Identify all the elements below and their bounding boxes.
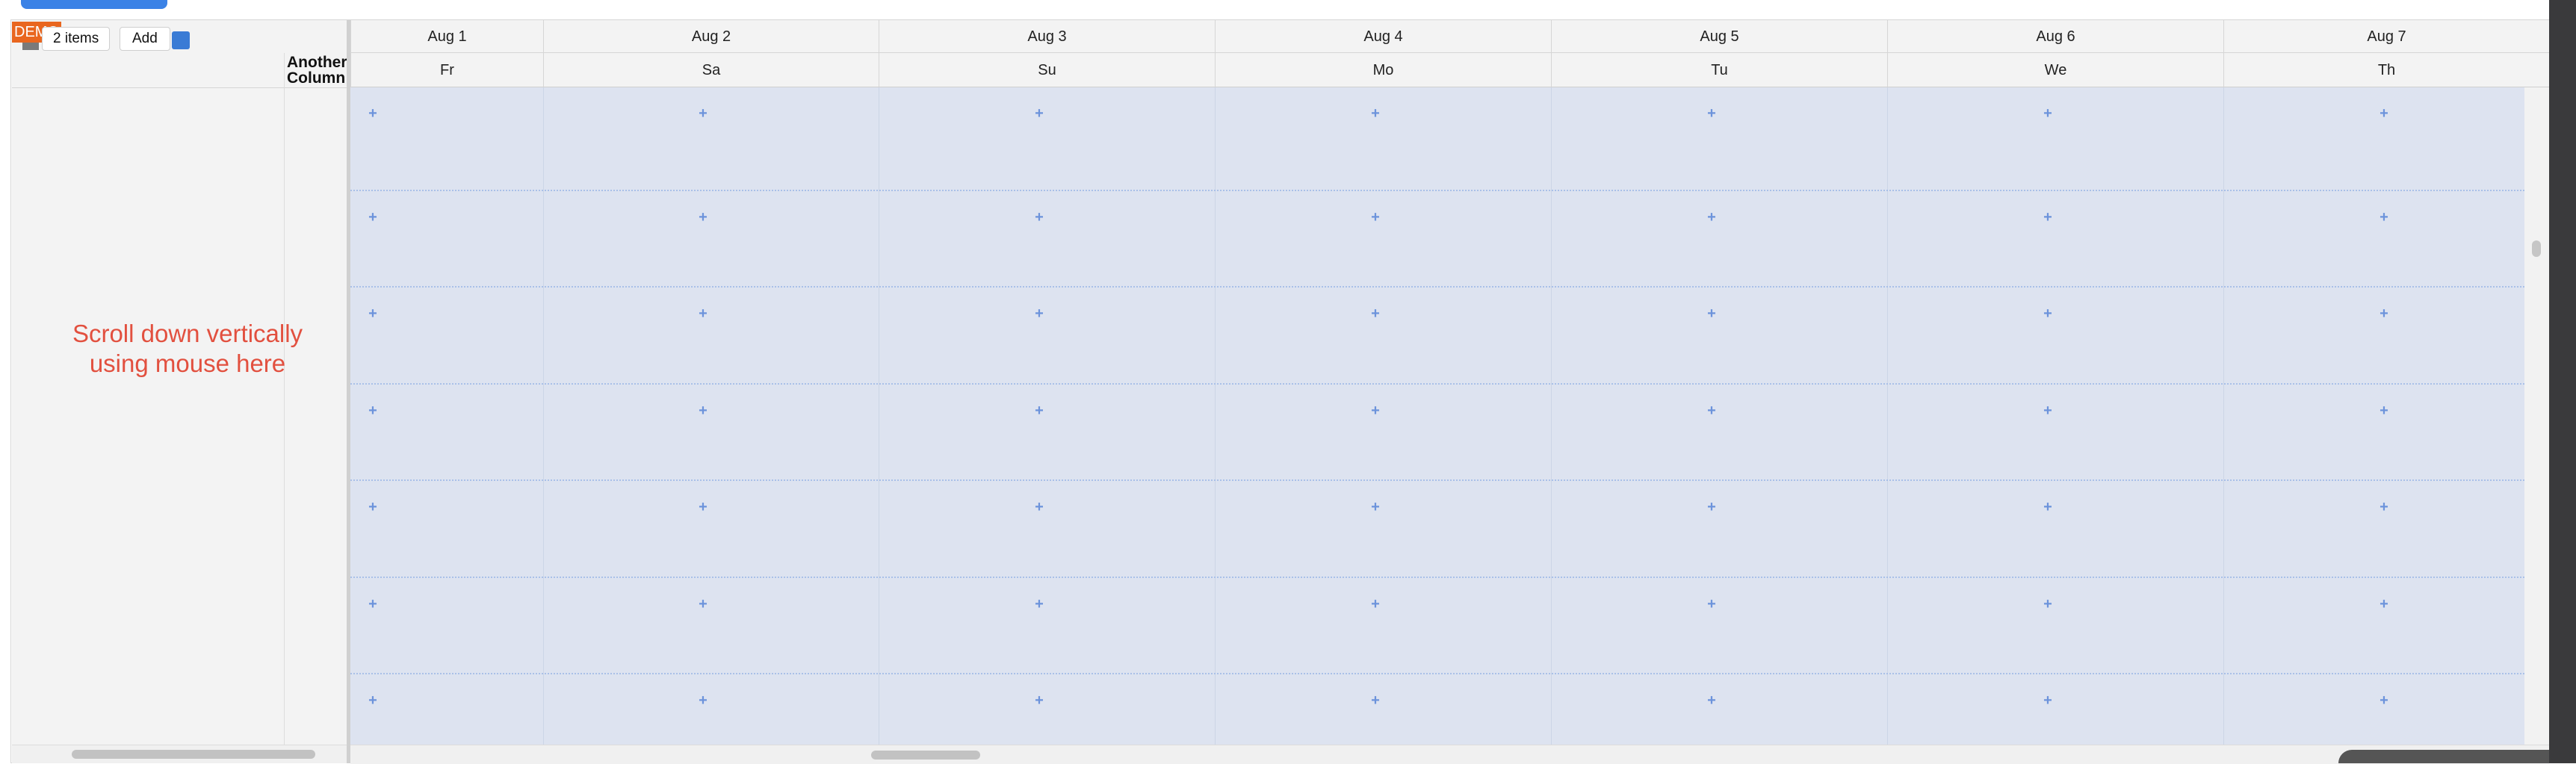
row-divider <box>350 190 2524 191</box>
vertical-scrollbar[interactable] <box>2524 87 2549 745</box>
add-button[interactable]: Add <box>120 27 170 51</box>
date-header-1: Aug 2 <box>543 20 879 53</box>
add-event-plus-icon[interactable]: + <box>2377 210 2391 225</box>
date-header-4: Aug 5 <box>1551 20 1887 53</box>
add-event-plus-icon[interactable]: + <box>1704 106 1719 121</box>
add-event-plus-icon[interactable]: + <box>1704 597 1719 612</box>
date-header-5: Aug 6 <box>1887 20 2223 53</box>
add-event-plus-icon[interactable]: + <box>1368 597 1383 612</box>
date-header-2: Aug 3 <box>879 20 1215 53</box>
add-event-plus-icon[interactable]: + <box>2377 693 2391 708</box>
add-event-plus-icon[interactable]: + <box>1032 106 1047 121</box>
add-event-plus-icon[interactable]: + <box>2377 500 2391 515</box>
window-corner <box>2338 750 2549 763</box>
add-event-plus-icon[interactable]: + <box>1368 210 1383 225</box>
add-event-plus-icon[interactable]: + <box>2040 210 2055 225</box>
add-event-plus-icon[interactable]: + <box>2040 306 2055 321</box>
add-event-plus-icon[interactable]: + <box>1368 693 1383 708</box>
add-event-plus-icon[interactable]: + <box>696 106 710 121</box>
add-event-plus-icon[interactable]: + <box>2040 403 2055 418</box>
add-event-plus-icon[interactable]: + <box>2040 693 2055 708</box>
date-header-0: Aug 1 <box>350 20 543 53</box>
add-event-plus-icon[interactable]: + <box>696 210 710 225</box>
top-action-button[interactable] <box>21 0 167 9</box>
add-event-plus-icon[interactable]: + <box>2040 106 2055 121</box>
weekday-header-3: Mo <box>1215 53 1551 87</box>
vertical-scroll-thumb[interactable] <box>2532 240 2541 257</box>
calendar-grid-pane: + + + + + + + + + + + + + + + + + + + + + + + + + + + + + + + + + + + + + + + +… <box>350 20 2549 764</box>
add-event-plus-icon[interactable]: + <box>1032 306 1047 321</box>
add-event-plus-icon[interactable]: + <box>1368 106 1383 121</box>
add-event-plus-icon[interactable]: + <box>365 106 380 121</box>
add-event-plus-icon[interactable]: + <box>1704 210 1719 225</box>
row-divider <box>350 286 2524 288</box>
row-divider <box>350 577 2524 578</box>
window-edge <box>2549 0 2576 763</box>
add-event-plus-icon[interactable]: + <box>365 210 380 225</box>
column-divider <box>284 53 285 763</box>
weekday-header-0: Fr <box>350 53 543 87</box>
add-event-plus-icon[interactable]: + <box>696 500 710 515</box>
add-event-plus-icon[interactable]: + <box>696 306 710 321</box>
weekday-header-6: Th <box>2223 53 2549 87</box>
date-header-3: Aug 4 <box>1215 20 1551 53</box>
left-horizontal-scroll-thumb[interactable] <box>72 750 315 759</box>
add-event-plus-icon[interactable]: + <box>696 597 710 612</box>
add-event-plus-icon[interactable]: + <box>1032 210 1047 225</box>
weekday-header-4: Tu <box>1551 53 1887 87</box>
day-column-divider <box>543 87 544 745</box>
add-event-plus-icon[interactable]: + <box>696 693 710 708</box>
items-count-button[interactable]: 2 items <box>42 27 111 51</box>
add-event-plus-icon[interactable]: + <box>365 597 380 612</box>
add-event-plus-icon[interactable]: + <box>1368 500 1383 515</box>
date-header-6: Aug 7 <box>2223 20 2549 53</box>
add-event-plus-icon[interactable]: + <box>1368 306 1383 321</box>
add-event-plus-icon[interactable]: + <box>1368 403 1383 418</box>
add-event-plus-icon[interactable]: + <box>1032 693 1047 708</box>
add-event-plus-icon[interactable]: + <box>2377 306 2391 321</box>
left-horizontal-scrollbar[interactable] <box>12 745 348 763</box>
add-event-plus-icon[interactable]: + <box>1032 597 1047 612</box>
weekday-header-2: Su <box>879 53 1215 87</box>
row-divider <box>350 479 2524 481</box>
another-column-header[interactable]: Another Column <box>287 55 348 86</box>
horizontal-scroll-thumb[interactable] <box>871 751 980 760</box>
scroll-hint-text: Scroll down vertically using mouse here <box>72 320 303 377</box>
weekday-header-1: Sa <box>543 53 879 87</box>
weekday-header-5: We <box>1887 53 2223 87</box>
row-divider <box>350 673 2524 674</box>
add-event-plus-icon[interactable]: + <box>696 403 710 418</box>
day-column-divider <box>1887 87 1888 745</box>
add-event-plus-icon[interactable]: + <box>2040 500 2055 515</box>
add-event-plus-icon[interactable]: + <box>2377 597 2391 612</box>
add-event-plus-icon[interactable]: + <box>365 500 380 515</box>
row-header-pane: DEMO 2 items Add Another Column Scroll d… <box>12 20 348 763</box>
add-event-plus-icon[interactable]: + <box>1704 403 1719 418</box>
add-event-plus-icon[interactable]: + <box>365 306 380 321</box>
add-event-plus-icon[interactable]: + <box>365 693 380 708</box>
add-event-plus-icon[interactable]: + <box>1032 403 1047 418</box>
row-divider <box>350 383 2524 385</box>
add-event-plus-icon[interactable]: + <box>1704 500 1719 515</box>
toolbar: DEMO 2 items Add <box>12 20 348 54</box>
add-event-plus-icon[interactable]: + <box>2040 597 2055 612</box>
add-event-plus-icon[interactable]: + <box>2377 106 2391 121</box>
add-event-plus-icon[interactable]: + <box>1704 693 1719 708</box>
day-column-divider <box>1215 87 1216 745</box>
add-event-plus-icon[interactable]: + <box>1032 500 1047 515</box>
color-picker-icon[interactable] <box>172 31 190 49</box>
add-event-plus-icon[interactable]: + <box>365 403 380 418</box>
add-event-plus-icon[interactable]: + <box>2377 403 2391 418</box>
day-column-divider <box>1551 87 1552 745</box>
add-event-plus-icon[interactable]: + <box>1704 306 1719 321</box>
horizontal-scrollbar[interactable] <box>350 745 2549 764</box>
calendar-grid-body: + + + + + + + + + + + + + + + + + + + + + + + + + + + + + + + + + + + + + + + +… <box>350 87 2524 745</box>
day-column-divider <box>2223 87 2224 745</box>
